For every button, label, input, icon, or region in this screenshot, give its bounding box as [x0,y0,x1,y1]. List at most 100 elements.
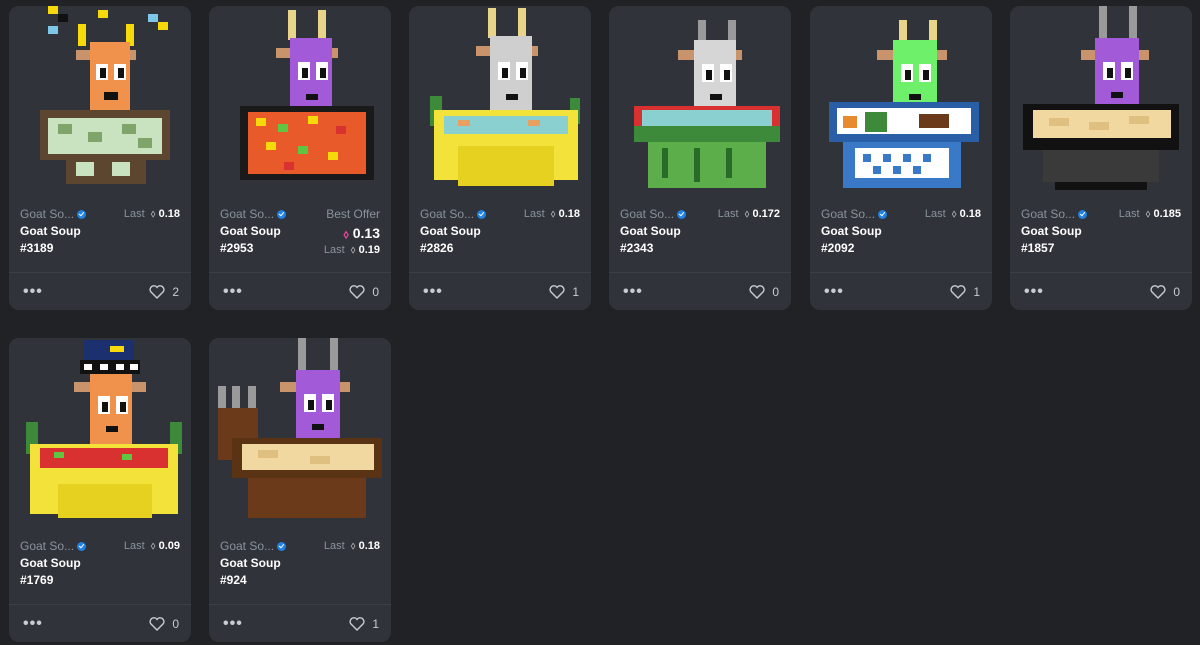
collection-name[interactable]: Goat So... [420,207,487,221]
goat-soup-art [218,338,382,518]
nft-card[interactable]: Goat So... Last ⬨ 0.172 Goat Soup #2343 ••… [609,6,791,310]
favorite-button[interactable]: 1 [349,617,379,631]
favorite-count: 1 [372,616,379,631]
nft-image[interactable] [409,6,591,202]
collection-name[interactable]: Goat So... [220,539,287,553]
nft-image[interactable] [209,6,391,202]
more-options-button[interactable]: ••• [223,615,243,632]
eth-icon: ⬨ [951,207,957,220]
heart-icon [549,284,565,299]
more-options-button[interactable]: ••• [423,283,443,300]
item-name[interactable]: Goat Soup [620,224,780,238]
token-id[interactable]: #1769 [20,573,180,587]
last-price: Last ⬨ 0.19 [323,244,380,256]
token-id[interactable]: #3189 [20,241,180,255]
best-offer-price: ⬨ 0.13 [343,225,380,241]
verified-badge-icon [1078,209,1088,219]
favorite-count: 2 [172,284,179,299]
more-options-button[interactable]: ••• [623,283,643,300]
item-name[interactable]: Goat Soup [20,556,180,570]
nft-card[interactable]: Goat So... Last ⬨ 0.18 Goat Soup #924 ••• … [209,338,391,642]
favorite-button[interactable]: 0 [149,617,179,631]
item-name[interactable]: Goat Soup [20,224,180,238]
token-id[interactable]: #924 [220,573,380,587]
favorite-button[interactable]: 1 [950,285,980,299]
more-options-button[interactable]: ••• [1024,283,1044,300]
eth-icon: ⬨ [150,207,156,220]
item-name[interactable]: Goat Soup [821,224,981,238]
heart-icon [1150,284,1166,299]
nft-card[interactable]: Goat So... Last ⬨ 0.18 Goat Soup #3189 •••… [9,6,191,310]
item-name[interactable]: Goat Soup [220,224,281,238]
goat-soup-art [430,8,580,186]
verified-badge-icon [277,541,287,551]
item-name[interactable]: Goat Soup [1021,224,1181,238]
token-id[interactable]: #1857 [1021,241,1181,255]
last-price: Last ⬨ 0.18 [924,207,981,221]
collection-name[interactable]: Goat So... [620,207,687,221]
heart-icon [349,284,365,299]
favorite-button[interactable]: 0 [1150,285,1180,299]
heart-icon [149,284,165,299]
goat-soup-art [1023,6,1179,190]
last-price: Last ⬨ 0.172 [717,207,780,221]
more-options-button[interactable]: ••• [223,283,243,300]
favorite-button[interactable]: 0 [349,285,379,299]
weth-icon: ⬨ [343,227,349,241]
favorite-count: 0 [372,284,379,299]
goat-soup-art [829,20,979,188]
token-id[interactable]: #2343 [620,241,780,255]
verified-badge-icon [277,209,287,219]
favorite-count: 0 [1173,284,1180,299]
nft-image[interactable] [1010,6,1192,202]
last-price: Last ⬨ 0.185 [1118,207,1181,221]
nft-card[interactable]: Goat So... Last ⬨ 0.185 Goat Soup #1857 ••… [1010,6,1192,310]
eth-icon: ⬨ [744,207,750,220]
collection-name[interactable]: Goat So... [1021,207,1088,221]
nft-image[interactable] [609,6,791,202]
token-id[interactable]: #2953 [220,241,281,255]
nft-card[interactable]: Goat So... Last ⬨ 0.18 Goat Soup #2826 •••… [409,6,591,310]
goat-soup-art [634,20,780,188]
favorite-count: 1 [572,284,579,299]
eth-icon: ⬨ [1145,207,1151,220]
best-offer-label: Best Offer [326,207,380,221]
more-options-button[interactable]: ••• [23,615,43,632]
last-price: Last ⬨ 0.18 [323,539,380,553]
collection-name[interactable]: Goat So... [20,539,87,553]
item-name[interactable]: Goat Soup [420,224,580,238]
token-id[interactable]: #2092 [821,241,981,255]
item-name[interactable]: Goat Soup [220,556,380,570]
nft-image[interactable] [9,338,191,534]
nft-card[interactable]: Goat So... Last ⬨ 0.09 Goat Soup #1769 •••… [9,338,191,642]
heart-icon [950,284,966,299]
favorite-count: 1 [973,284,980,299]
nft-image[interactable] [209,338,391,534]
collection-name[interactable]: Goat So... [821,207,888,221]
goat-soup-art [40,6,170,184]
more-options-button[interactable]: ••• [824,283,844,300]
favorite-count: 0 [772,284,779,299]
last-price: Last ⬨ 0.18 [123,207,180,221]
verified-badge-icon [477,209,487,219]
goat-soup-art [26,340,182,518]
nft-card[interactable]: Goat So... Best Offer Goat Soup #2953 ⬨ 0… [209,6,391,310]
token-id[interactable]: #2826 [420,241,580,255]
favorite-button[interactable]: 0 [749,285,779,299]
nft-image[interactable] [9,6,191,202]
favorite-button[interactable]: 2 [149,285,179,299]
goat-soup-art [240,10,374,180]
eth-icon: ⬨ [150,539,156,552]
collection-name[interactable]: Goat So... [220,207,287,221]
heart-icon [149,616,165,631]
favorite-button[interactable]: 1 [549,285,579,299]
heart-icon [349,616,365,631]
heart-icon [749,284,765,299]
nft-image[interactable] [810,6,992,202]
more-options-button[interactable]: ••• [23,283,43,300]
nft-card[interactable]: Goat So... Last ⬨ 0.18 Goat Soup #2092 •••… [810,6,992,310]
collection-name[interactable]: Goat So... [20,207,87,221]
verified-badge-icon [677,209,687,219]
last-price: Last ⬨ 0.18 [523,207,580,221]
eth-icon: ⬨ [350,244,356,256]
